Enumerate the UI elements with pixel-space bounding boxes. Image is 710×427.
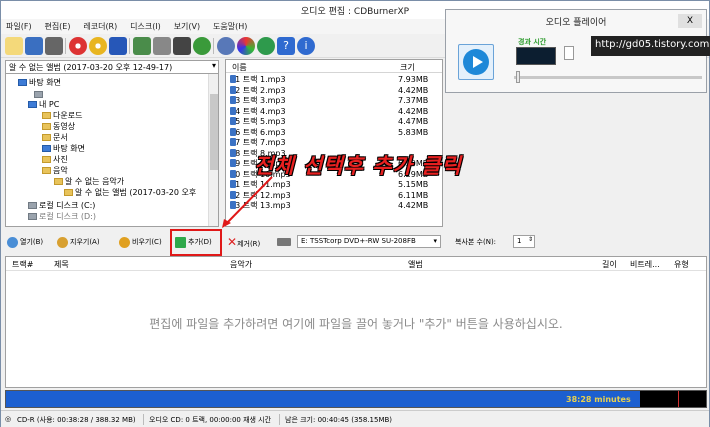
annotation-arrow xyxy=(222,176,273,228)
annotation-text: 전체 선택후 추가 클릭 xyxy=(254,154,462,178)
arrow-line xyxy=(224,176,273,226)
